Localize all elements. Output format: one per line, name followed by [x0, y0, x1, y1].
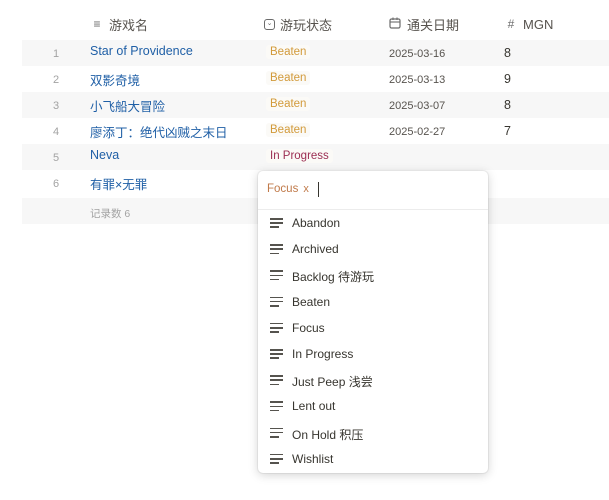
text-lines-icon [270, 427, 283, 438]
status-badge[interactable]: Beaten [266, 123, 311, 137]
mgn-value[interactable]: 7 [504, 124, 511, 138]
status-option-label: Wishlist [292, 451, 334, 466]
column-header-label: MGN [523, 16, 554, 32]
column-header-date[interactable]: 通关日期 [388, 10, 459, 38]
text-lines-icon [270, 270, 283, 281]
hash-icon: # [507, 17, 515, 31]
status-option[interactable]: Focus [258, 315, 488, 341]
status-option[interactable]: Beaten [258, 289, 488, 315]
checkbox-chevron-icon: ⌄ [264, 18, 275, 30]
text-lines-icon [270, 244, 283, 255]
game-name[interactable]: Star of Providence [90, 44, 193, 58]
game-name[interactable]: 双影奇境 [90, 70, 140, 89]
calendar-icon [388, 17, 402, 32]
record-count: 记录数 6 [90, 208, 131, 220]
mgn-value[interactable]: 9 [504, 72, 511, 86]
text-lines-icon: ≡ [93, 17, 101, 31]
game-name[interactable]: 小飞船大冒险 [90, 96, 165, 115]
game-name[interactable]: 廖添丁：绝代凶贼之末日 [90, 122, 228, 141]
text-lines-icon [270, 453, 283, 464]
status-badge[interactable]: Beaten [266, 45, 311, 59]
status-option-label: Focus [292, 320, 325, 335]
column-header-name[interactable]: ≡ 游戏名 [90, 10, 148, 38]
status-option[interactable]: Just Peep 浅尝 [258, 367, 488, 393]
status-option[interactable]: Lent out [258, 393, 488, 419]
text-lines-icon [270, 349, 283, 359]
column-header-label: 通关日期 [407, 17, 460, 33]
selected-tag-label: Focus [267, 183, 299, 195]
status-badge[interactable]: Beaten [266, 71, 311, 85]
finish-date[interactable]: 2025-03-16 [389, 48, 445, 60]
text-lines-icon [270, 296, 283, 307]
status-badge[interactable]: Beaten [266, 97, 311, 111]
table-row[interactable]: 1 Star of Providence Beaten 2025-03-16 8 [22, 40, 609, 66]
text-lines-icon [270, 218, 283, 228]
status-option[interactable]: Wishlist [258, 446, 488, 472]
status-option-label: Lent out [292, 399, 336, 414]
remove-tag-icon[interactable]: x [303, 183, 309, 195]
status-option-label: Beaten [292, 294, 331, 309]
row-number: 1 [52, 48, 60, 60]
row-number: 2 [52, 74, 60, 86]
finish-date[interactable]: 2025-03-13 [389, 74, 445, 86]
status-option-label: Just Peep 浅尝 [292, 375, 373, 390]
status-option-label: In Progress [292, 347, 354, 361]
status-search-input[interactable]: Focus x [258, 171, 488, 209]
status-option[interactable]: On Hold 积压 [258, 420, 488, 446]
text-lines-icon [270, 401, 283, 412]
text-lines-icon [270, 322, 283, 333]
table-row[interactable]: 3 小飞船大冒险 Beaten 2025-03-07 8 [22, 92, 609, 118]
status-option[interactable]: Archived [258, 236, 488, 262]
table-row[interactable]: 5 Neva In Progress [22, 144, 609, 170]
text-lines-icon [270, 375, 283, 386]
row-number: 3 [52, 100, 60, 112]
column-header-mgn[interactable]: # MGN [504, 10, 554, 38]
game-name[interactable]: 有罪×无罪 [90, 174, 147, 193]
status-option-label: On Hold 积压 [292, 427, 364, 442]
status-badge[interactable]: In Progress [266, 149, 333, 163]
selected-tag-focus[interactable]: Focus x [265, 181, 311, 197]
column-header-label: 游玩状态 [280, 17, 333, 33]
column-header-status[interactable]: ⌄ 游玩状态 [264, 10, 332, 38]
game-name[interactable]: Neva [90, 148, 119, 162]
finish-date[interactable]: 2025-02-27 [389, 126, 445, 138]
status-option[interactable]: Backlog 待游玩 [258, 262, 488, 288]
mgn-value[interactable]: 8 [504, 98, 511, 112]
table-row[interactable]: 4 廖添丁：绝代凶贼之末日 Beaten 2025-02-27 7 [22, 118, 609, 144]
row-number: 4 [52, 126, 60, 138]
status-option-label: Abandon [292, 216, 341, 230]
column-header-label: 游戏名 [109, 17, 149, 33]
table-row[interactable]: 2 双影奇境 Beaten 2025-03-13 9 [22, 66, 609, 92]
status-dropdown[interactable]: Focus x Abandon Archived Backlog 待游玩 Beaten F… [258, 171, 488, 473]
status-option-label: Archived [292, 242, 339, 257]
row-number: 6 [52, 178, 60, 190]
row-number: 5 [52, 152, 60, 164]
finish-date[interactable]: 2025-03-07 [389, 100, 445, 112]
text-caret [318, 182, 319, 197]
status-option-label: Backlog 待游玩 [292, 270, 375, 285]
mgn-value[interactable]: 8 [504, 46, 511, 60]
status-option[interactable]: In Progress [258, 341, 488, 367]
status-option[interactable]: Abandon [258, 210, 488, 236]
